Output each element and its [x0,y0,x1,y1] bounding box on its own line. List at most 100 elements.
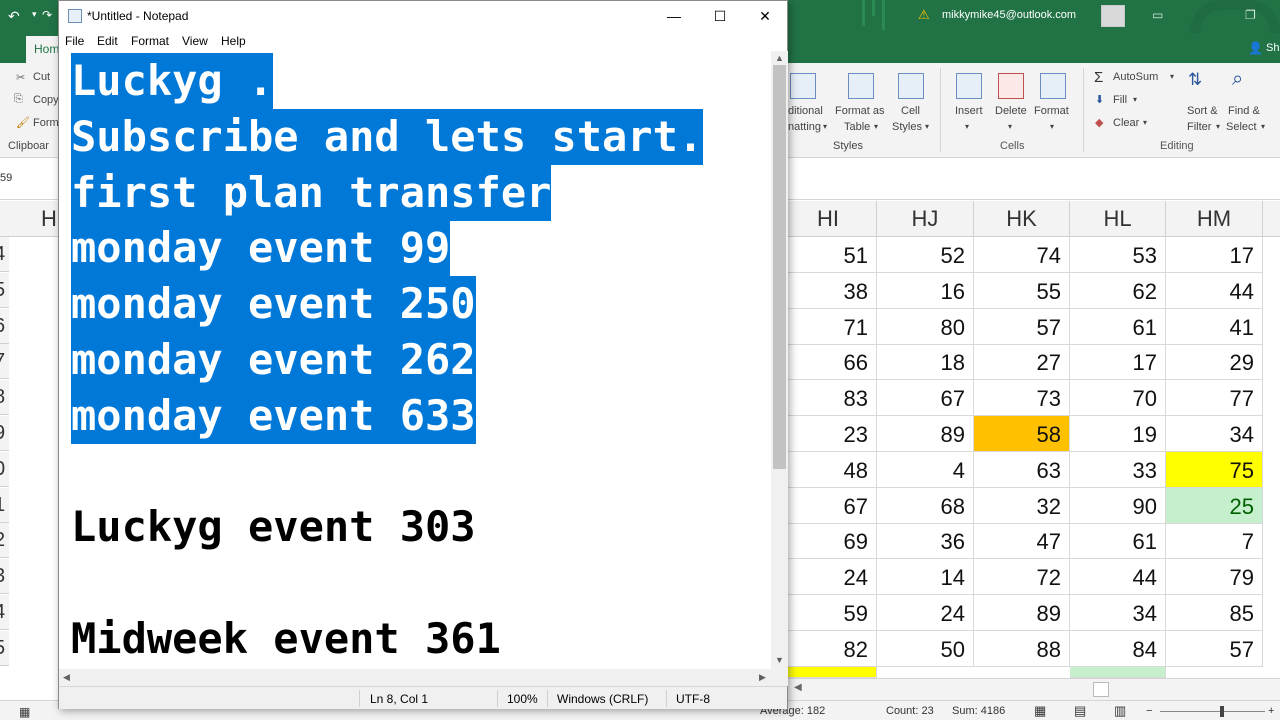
table-cell[interactable]: 24 [780,559,877,595]
undo-dropdown-icon[interactable]: ▾ [32,9,37,20]
scroll-left-icon[interactable]: ◀ [63,672,70,683]
table-cell[interactable]: 48 [780,452,877,488]
zoom-slider-thumb[interactable] [1220,706,1224,717]
table-cell[interactable]: 44 [1166,273,1263,309]
sheet-horizontal-scrollbar[interactable]: ◀ [788,678,1280,700]
restore-icon[interactable]: ❐ [1245,8,1256,22]
table-cell[interactable]: 70 [1070,380,1166,416]
normal-view-icon[interactable]: ▦ [1034,703,1046,719]
row-header[interactable]: 2 [0,523,9,558]
sort-filter-label-1[interactable]: Sort & [1187,105,1218,117]
table-cell[interactable]: 57 [1166,631,1263,667]
table-cell[interactable]: 89 [877,416,974,452]
fill-button[interactable]: Fill [1113,94,1127,106]
column-header-hl[interactable]: HL [1070,201,1166,237]
cut-icon[interactable]: ✂ [16,71,25,84]
table-cell[interactable]: 84 [1070,631,1166,667]
table-cell[interactable] [780,667,877,678]
format-button[interactable]: Format [1034,105,1069,117]
zoom-out-icon[interactable]: − [1146,705,1152,717]
column-h-cells[interactable] [9,237,59,677]
table-cell[interactable]: 88 [974,631,1070,667]
conditional-formatting-icon[interactable] [790,73,816,99]
table-cell[interactable]: 7 [1166,523,1263,559]
avatar[interactable] [1101,5,1125,27]
table-cell[interactable]: 83 [780,380,877,416]
table-cell[interactable]: 16 [877,273,974,309]
selected-text-line[interactable]: monday event 250 [71,276,476,332]
scroll-right-icon[interactable]: ▶ [759,672,766,683]
table-cell[interactable]: 29 [1166,344,1263,380]
name-box[interactable]: 59 [0,172,12,184]
table-cell[interactable]: 34 [1166,416,1263,452]
table-cell[interactable]: 19 [1070,416,1166,452]
cut-button[interactable]: Cut [33,71,50,83]
table-cell[interactable]: 33 [1070,452,1166,488]
page-break-icon[interactable]: ▥ [1114,703,1126,719]
table-cell[interactable]: 82 [780,631,877,667]
copy-button[interactable]: Copy [33,94,59,106]
table-cell[interactable]: 74 [974,237,1070,273]
insert-button[interactable]: Insert [955,105,983,117]
search-icon[interactable]: ⌕ [1232,68,1243,91]
table-cell[interactable]: 55 [974,273,1070,309]
table-cell[interactable]: 63 [974,452,1070,488]
table-cell[interactable]: 61 [1070,523,1166,559]
scroll-down-icon[interactable]: ▼ [775,655,784,665]
table-cell[interactable]: 67 [780,488,877,524]
table-cell[interactable]: 41 [1166,309,1263,345]
table-cell[interactable]: 85 [1166,595,1263,631]
cell-styles-label-2[interactable]: Styles [892,121,922,133]
table-cell[interactable]: 34 [1070,595,1166,631]
menu-format[interactable]: Format [131,34,169,48]
scroll-up-icon[interactable]: ▲ [775,53,784,63]
vertical-scrollbar[interactable]: ▲ ▼ [771,51,788,669]
table-cell[interactable]: 77 [1166,380,1263,416]
table-cell[interactable]: 53 [1070,237,1166,273]
delete-button[interactable]: Delete [995,105,1027,117]
find-select-label-2[interactable]: Select [1226,121,1257,133]
fill-icon[interactable]: ⬇ [1095,93,1104,106]
autosum-button[interactable]: AutoSum [1113,71,1158,83]
menu-edit[interactable]: Edit [97,34,118,48]
table-cell[interactable]: 47 [974,523,1070,559]
ribbon-display-icon[interactable]: ▭ [1152,8,1163,22]
format-painter-button[interactable]: Form [33,117,59,129]
row-header[interactable]: 5 [0,631,9,666]
cell-styles-icon[interactable] [898,73,924,99]
table-cell[interactable]: 79 [1166,559,1263,595]
column-header-hj[interactable]: HJ [877,201,974,237]
menu-view[interactable]: View [182,34,208,48]
table-cell[interactable]: 61 [1070,309,1166,345]
account-email[interactable]: mikkymike45@outlook.com [942,9,1076,21]
find-select-label-1[interactable]: Find & [1228,105,1260,117]
undo-icon[interactable]: ↶ [8,8,20,25]
table-cell[interactable] [1070,667,1166,678]
table-cell[interactable]: 59 [780,595,877,631]
insert-cells-icon[interactable] [956,73,982,99]
table-cell[interactable]: 89 [974,595,1070,631]
copy-icon[interactable]: ⎘ [14,93,23,106]
table-cell[interactable]: 32 [974,488,1070,524]
column-header-hm[interactable]: HM [1166,201,1263,237]
scroll-thumb[interactable] [773,65,786,469]
column-header-hk[interactable]: HK [974,201,1070,237]
format-painter-icon[interactable]: 🖌 [16,116,30,129]
table-cell[interactable]: 24 [877,595,974,631]
text-line[interactable]: Luckyg event 303 [71,499,476,555]
table-cell[interactable]: 23 [780,416,877,452]
table-cell[interactable]: 58 [974,416,1070,452]
row-header[interactable]: 5 [0,273,9,308]
row-header[interactable]: 8 [0,380,9,415]
table-cell[interactable]: 17 [1166,237,1263,273]
conditional-formatting-label-2[interactable]: natting [788,121,821,133]
maximize-button[interactable]: ☐ [697,5,743,27]
table-cell[interactable]: 67 [877,380,974,416]
table-cell[interactable]: 72 [974,559,1070,595]
selected-text-line[interactable]: Luckyg . [71,53,274,109]
table-cell[interactable]: 36 [877,523,974,559]
share-icon[interactable]: 👤 [1248,41,1263,55]
table-cell[interactable]: 71 [780,309,877,345]
autosum-icon[interactable]: Σ [1094,69,1103,86]
table-cell[interactable]: 38 [780,273,877,309]
